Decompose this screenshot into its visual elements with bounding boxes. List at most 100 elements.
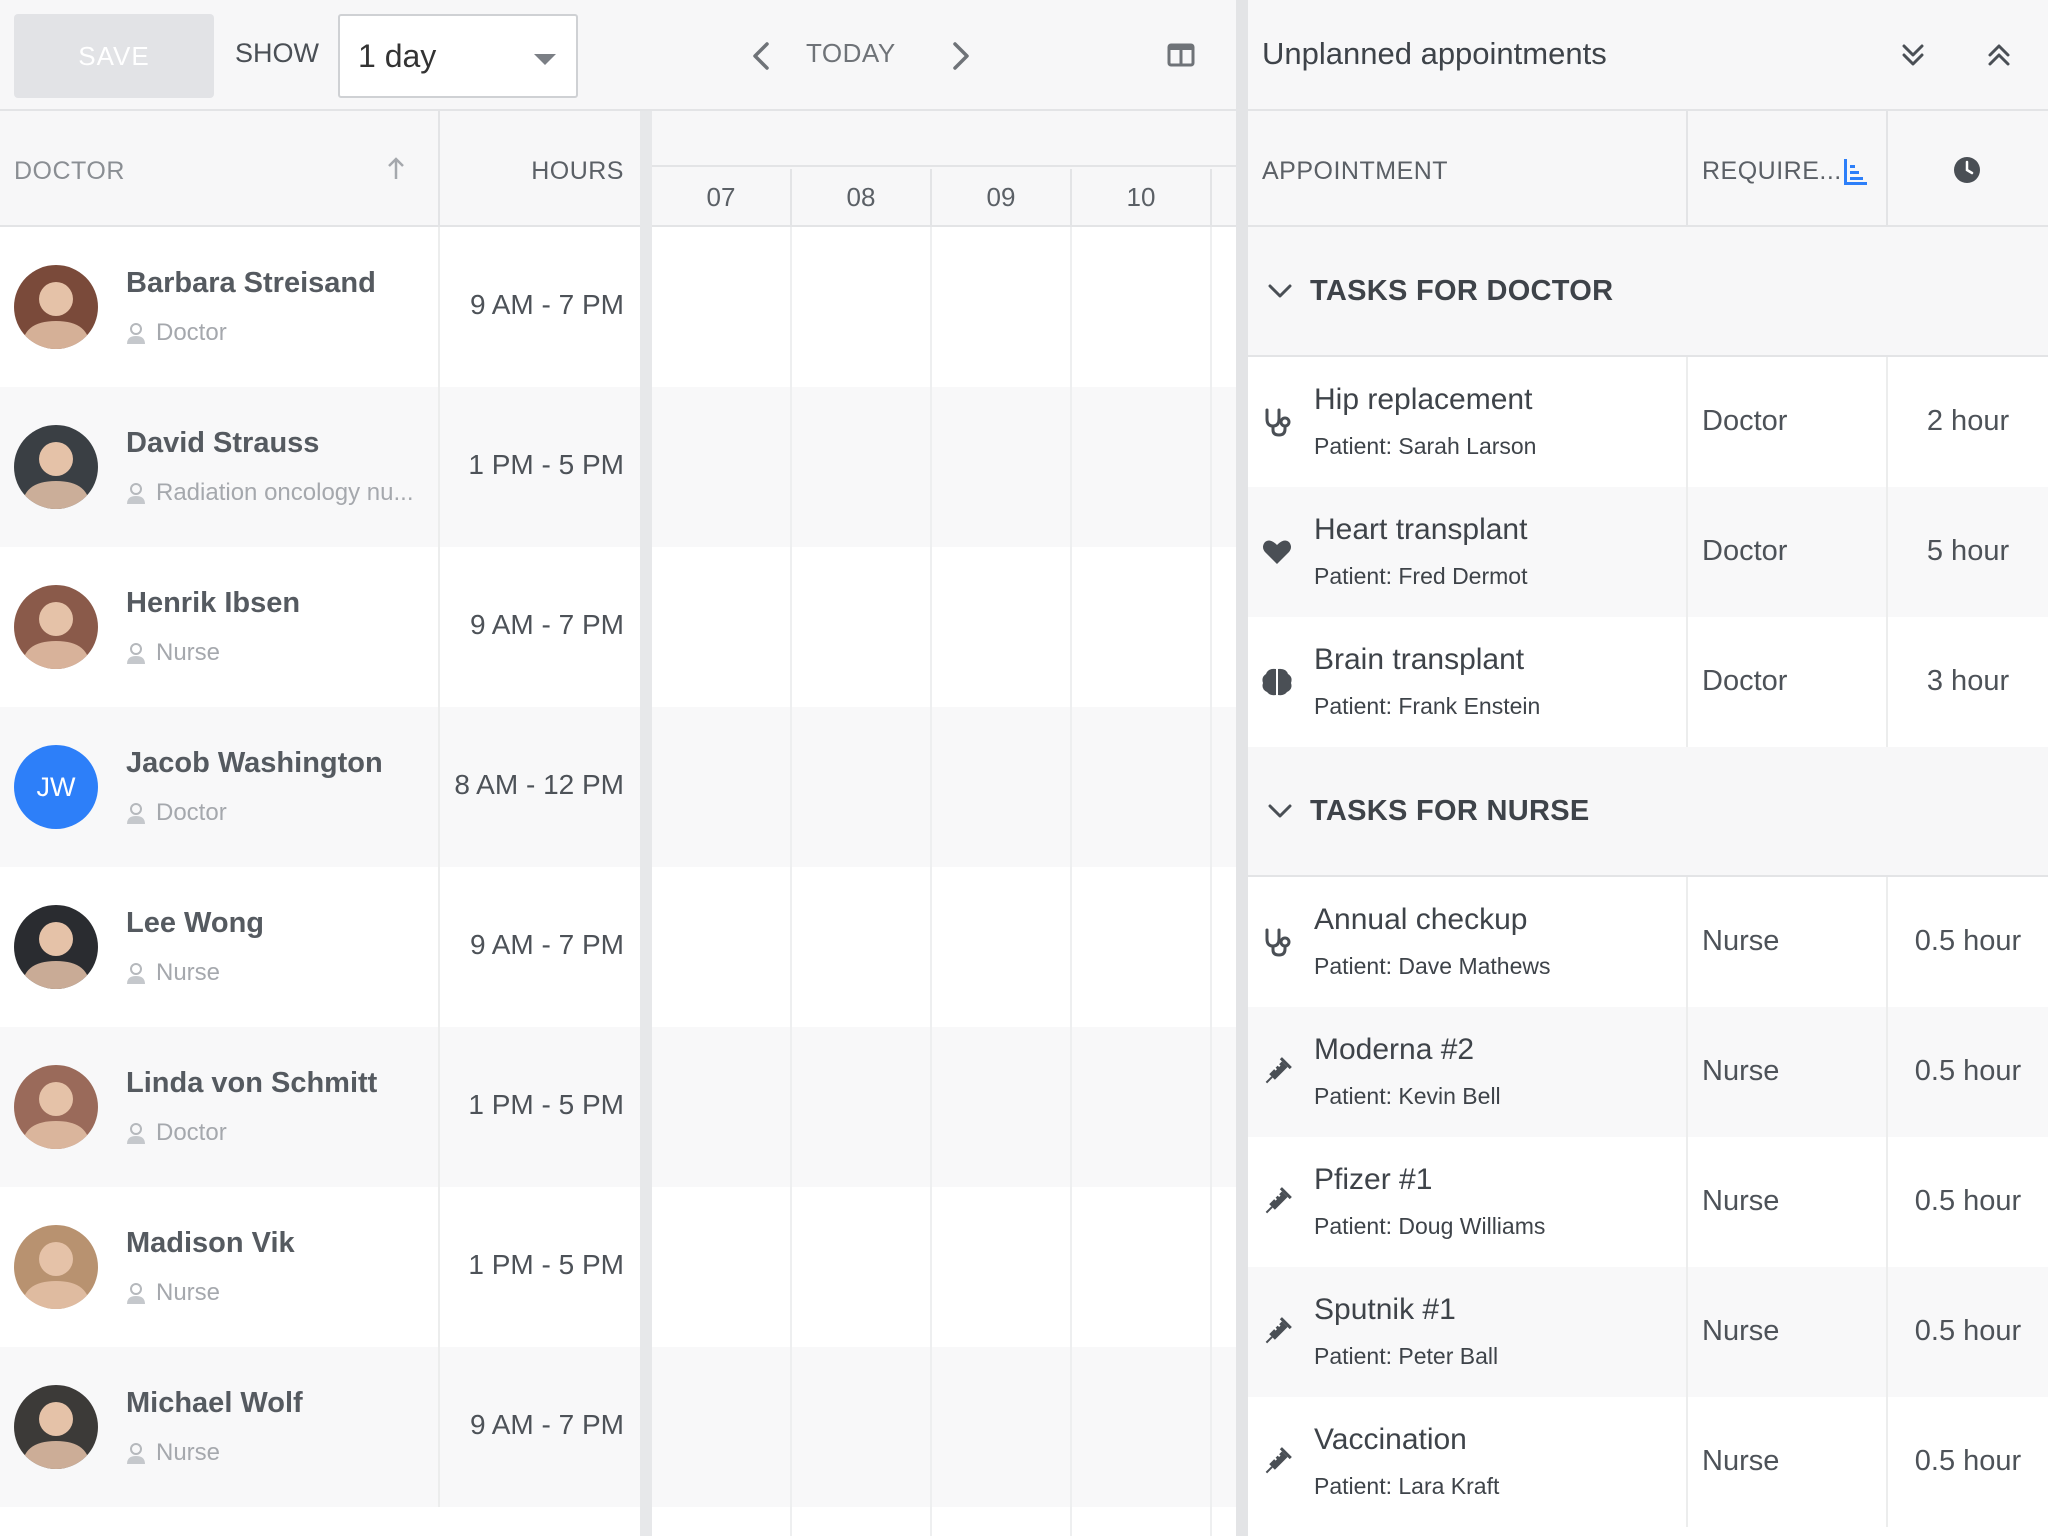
avatar <box>14 425 98 509</box>
task-duration: 0.5 hour <box>1914 1185 2022 1217</box>
timeline-row[interactable] <box>652 1027 1236 1187</box>
resource-hours: 9 AM - 7 PM <box>469 609 624 640</box>
person-icon <box>126 803 146 825</box>
hour-tick-07: 07 <box>652 169 792 225</box>
resource-name: Barbara Streisand <box>126 267 376 299</box>
task-row[interactable]: Annual checkup Patient: Dave Mathews Nurse… <box>1248 877 2048 1007</box>
group-header[interactable]: TASKS FOR DOCTOR <box>1248 227 2048 357</box>
avatar: JW <box>14 745 98 829</box>
group-header[interactable]: TASKS FOR NURSE <box>1248 747 2048 877</box>
task-requires: Nurse <box>1702 1185 1780 1217</box>
column-divider <box>1686 617 1688 747</box>
column-divider[interactable] <box>1886 111 1888 227</box>
resource-role: Nurse <box>156 959 221 986</box>
group-label: TASKS FOR NURSE <box>1310 795 1590 827</box>
task-patient: Patient: Frank Enstein <box>1314 693 1541 719</box>
task-row[interactable]: Brain transplant Patient: Frank Enstein Do… <box>1248 617 2048 747</box>
task-name: Hip replacement <box>1314 383 1533 416</box>
task-requires: Nurse <box>1702 1445 1780 1477</box>
task-row[interactable]: Vaccination Patient: Lara Kraft Nurse 0.5 h… <box>1248 1397 2048 1527</box>
timeline-row[interactable] <box>652 867 1236 1027</box>
resource-role: Radiation oncology nu... <box>156 479 414 506</box>
chevron-down-icon[interactable] <box>1266 279 1294 303</box>
avatar <box>14 1225 98 1309</box>
task-row[interactable]: Heart transplant Patient: Fred Dermot Doct… <box>1248 487 2048 617</box>
save-button[interactable]: SAVE <box>14 14 214 98</box>
timeline-row[interactable] <box>652 547 1236 707</box>
task-row[interactable]: Moderna #2 Patient: Kevin Bell Nurse 0.5 ho… <box>1248 1007 2048 1137</box>
requires-column-header[interactable]: REQUIRE... <box>1702 157 1842 186</box>
resource-row[interactable]: Barbara Streisand Doctor 9 AM - 7 PM <box>0 227 640 387</box>
schedule-pane: SAVE SHOW 1 day TODAY DOCTOR HOURS 07 08… <box>0 0 1236 1536</box>
timeline-row[interactable] <box>652 707 1236 867</box>
resource-row[interactable]: Henrik Ibsen Nurse 9 AM - 7 PM <box>0 547 640 707</box>
stethoscope-icon <box>1260 925 1294 959</box>
chevron-left-icon[interactable] <box>742 36 782 76</box>
syringe-icon <box>1260 1445 1294 1479</box>
task-row[interactable]: Pfizer #1 Patient: Doug Williams Nurse 0.5 … <box>1248 1137 2048 1267</box>
task-patient: Patient: Dave Mathews <box>1314 953 1551 979</box>
task-row[interactable]: Sputnik #1 Patient: Peter Ball Nurse 0.5 ho… <box>1248 1267 2048 1397</box>
resource-list: Barbara Streisand Doctor 9 AM - 7 PM David… <box>0 227 640 1507</box>
today-button[interactable]: TODAY <box>806 38 896 69</box>
person-icon <box>126 323 146 345</box>
task-name: Annual checkup <box>1314 903 1528 936</box>
resource-name: Michael Wolf <box>126 1387 303 1419</box>
timeline-row[interactable] <box>652 1347 1236 1507</box>
split-view-icon[interactable] <box>1166 40 1196 70</box>
timeline-row[interactable] <box>652 227 1236 387</box>
chevron-down-icon[interactable] <box>1266 799 1294 823</box>
task-row[interactable]: Hip replacement Patient: Sarah Larson Doct… <box>1248 357 2048 487</box>
resource-row[interactable]: JW Jacob Washington Doctor 8 AM - 12 PM <box>0 707 640 867</box>
task-duration: 0.5 hour <box>1914 1055 2022 1087</box>
task-requires: Nurse <box>1702 925 1780 957</box>
hour-tick-09: 09 <box>932 169 1072 225</box>
sort-amount-icon[interactable] <box>1842 157 1868 187</box>
range-select[interactable]: 1 day <box>338 14 578 98</box>
collapse-all-icon[interactable] <box>1982 38 2016 72</box>
person-icon <box>126 1123 146 1145</box>
resource-role: Nurse <box>156 639 221 666</box>
task-requires: Doctor <box>1702 405 1788 437</box>
resource-row[interactable]: David Strauss Radiation oncology nu... 1 P… <box>0 387 640 547</box>
doctor-column-header[interactable]: DOCTOR <box>14 157 125 186</box>
hour-tick-10: 10 <box>1072 169 1212 225</box>
caret-down-icon <box>534 54 556 65</box>
resource-hours: 1 PM - 5 PM <box>468 1249 624 1280</box>
timeline-row[interactable] <box>652 387 1236 547</box>
task-duration: 0.5 hour <box>1914 1445 2022 1477</box>
resource-hours: 9 AM - 7 PM <box>469 929 624 960</box>
task-duration: 2 hour <box>1926 405 2010 437</box>
resource-hours: 9 AM - 7 PM <box>469 289 624 320</box>
resource-row[interactable]: Madison Vik Nurse 1 PM - 5 PM <box>0 1187 640 1347</box>
timeline-row[interactable] <box>652 1187 1236 1347</box>
column-divider <box>1686 1137 1688 1267</box>
avatar <box>14 265 98 349</box>
column-divider <box>1686 1397 1688 1527</box>
task-patient: Patient: Lara Kraft <box>1314 1473 1500 1499</box>
pane-splitter[interactable] <box>1236 0 1248 1536</box>
task-name: Brain transplant <box>1314 643 1525 676</box>
person-icon <box>126 963 146 985</box>
resource-name: Linda von Schmitt <box>126 1067 378 1099</box>
syringe-icon <box>1260 1055 1294 1089</box>
column-divider <box>1686 1267 1688 1397</box>
resource-row[interactable]: Michael Wolf Nurse 9 AM - 7 PM <box>0 1347 640 1507</box>
appointment-column-header[interactable]: APPOINTMENT <box>1262 157 1448 186</box>
clock-icon[interactable] <box>1952 155 1982 185</box>
syringe-icon <box>1260 1185 1294 1219</box>
timeline-body[interactable] <box>652 227 1236 1536</box>
hours-column-header[interactable]: HOURS <box>438 157 624 186</box>
grid-splitter[interactable] <box>640 111 652 1536</box>
scheduler-app: SAVE SHOW 1 day TODAY DOCTOR HOURS 07 08… <box>0 0 2048 1536</box>
resource-row[interactable]: Linda von Schmitt Doctor 1 PM - 5 PM <box>0 1027 640 1187</box>
chevron-right-icon[interactable] <box>940 36 980 76</box>
resource-name: David Strauss <box>126 427 320 459</box>
column-divider[interactable] <box>1686 111 1688 227</box>
task-duration: 0.5 hour <box>1914 1315 2022 1347</box>
resource-row[interactable]: Lee Wong Nurse 9 AM - 7 PM <box>0 867 640 1027</box>
sort-ascending-icon[interactable] <box>384 155 408 183</box>
brain-icon <box>1260 665 1294 699</box>
expand-all-icon[interactable] <box>1896 38 1930 72</box>
resource-role: Nurse <box>156 1279 221 1306</box>
